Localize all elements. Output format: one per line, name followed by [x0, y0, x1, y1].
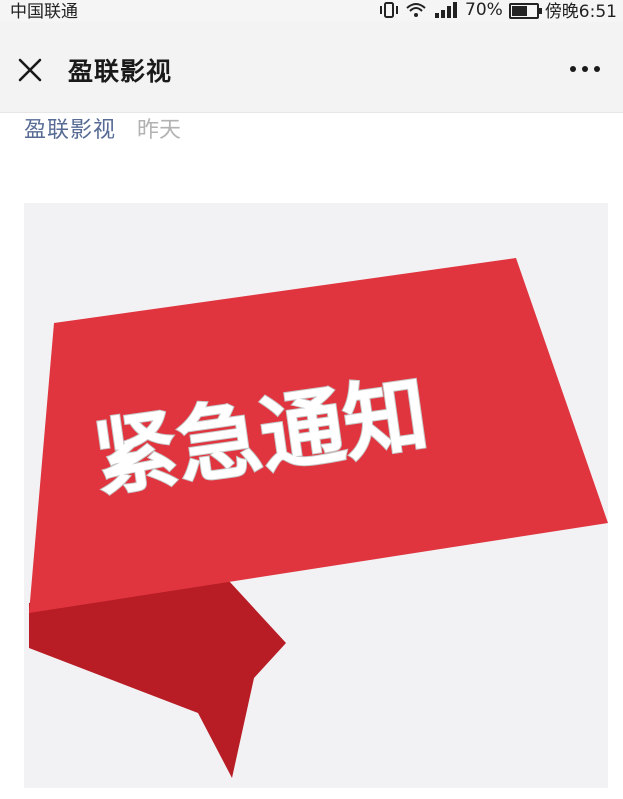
status-icons: 70% 傍晚6:51 [379, 0, 617, 22]
page-title: 盈联影视 [68, 57, 173, 86]
status-bar: 中国联通 70% 傍晚6:51 [0, 0, 623, 22]
close-button[interactable] [12, 52, 48, 88]
article-meta: 盈联影视 昨天 [24, 112, 181, 144]
wifi-icon [406, 2, 426, 17]
signal-icon [435, 1, 458, 18]
vibrate-icon [380, 1, 399, 18]
carrier-label: 中国联通 [10, 2, 78, 22]
clock: 傍晚6:51 [544, 2, 617, 22]
nav-bar: 盈联影视 [0, 22, 623, 113]
urgent-notice-banner: 紧急通知 [29, 258, 608, 778]
close-icon [18, 58, 42, 82]
more-button[interactable] [565, 55, 605, 83]
battery-icon [508, 2, 542, 19]
publish-date: 昨天 [137, 118, 182, 143]
article-image: 紧急通知 [24, 203, 608, 788]
battery-fill [511, 5, 527, 16]
author-link[interactable]: 盈联影视 [24, 118, 116, 143]
more-horizontal-icon [570, 66, 600, 72]
battery-percent: 70% [465, 0, 503, 20]
banner-tail [29, 581, 286, 778]
